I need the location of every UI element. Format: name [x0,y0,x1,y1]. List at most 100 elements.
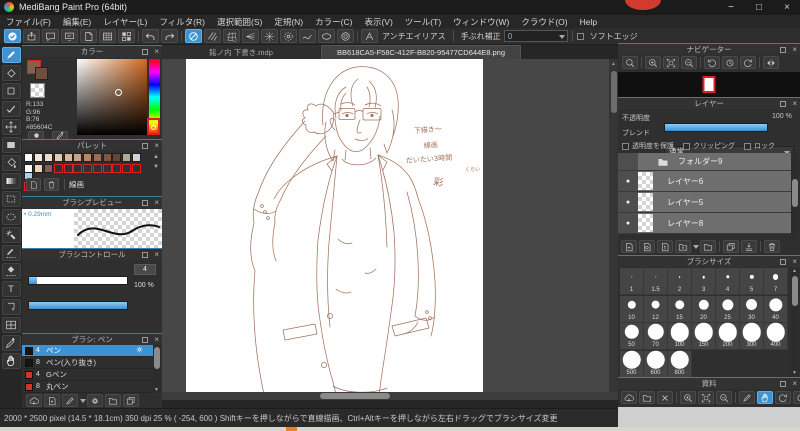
zoom-button[interactable] [622,56,638,69]
background-color-swatch[interactable] [35,67,48,80]
zoom-out-button[interactable] [681,56,697,69]
palette-swatch[interactable] [131,153,141,162]
palette-swatch[interactable] [122,153,132,162]
brush-size-cell[interactable]: 1 [620,268,644,295]
menu-item-0[interactable]: ファイル(F) [0,16,57,28]
close-icon[interactable]: × [792,378,797,389]
new-doc-button[interactable] [44,394,60,407]
palette-swatch[interactable] [53,153,63,162]
brush-size-slider[interactable] [28,276,128,285]
new-color-button[interactable] [26,178,41,191]
transparent-color-swatch[interactable] [30,83,45,98]
canvas-tab[interactable]: 銘ノ内 下書き.mdp [162,45,320,59]
popout-icon[interactable] [142,336,148,343]
dot-tool[interactable] [1,83,21,99]
menu-item-10[interactable]: クラウド(O) [515,16,573,28]
brush-item[interactable]: 8 ペン(入り抜き) [22,357,154,369]
snap-concentric-button[interactable] [280,29,297,43]
menu-item-8[interactable]: ツール(T) [399,16,447,28]
brush-size-cell[interactable]: 500 [620,350,644,377]
palette-swatch[interactable] [83,153,93,162]
palette-swatch[interactable] [24,164,34,173]
folder-button[interactable] [639,391,655,404]
scroll-down-icon[interactable]: ▼ [154,387,159,393]
popout-icon[interactable] [780,258,786,265]
close-icon[interactable]: × [154,140,159,151]
pencil-button[interactable] [62,394,78,407]
select-eraser-tool[interactable] [1,263,21,279]
rotate-right-button[interactable] [740,56,756,69]
popout-icon[interactable] [780,380,786,387]
close-button[interactable]: × [774,0,800,15]
palette-empty-slot[interactable] [83,164,93,173]
layer-opacity-slider[interactable] [664,123,768,132]
palette-empty-slot[interactable] [63,164,73,173]
visibility-dot[interactable]: ● [618,213,638,233]
duplicate-button[interactable] [123,394,139,407]
reset-rotation-button[interactable] [793,391,800,404]
layer-option-checkbox[interactable] [622,142,629,150]
palette-swatch[interactable] [34,164,44,173]
select-tool[interactable] [1,191,21,207]
close-icon[interactable]: × [792,98,797,109]
palette-swatch[interactable] [112,153,122,162]
menu-item-3[interactable]: フィルタ(R) [153,16,211,28]
snap-curve-button[interactable] [299,29,316,43]
popout-icon[interactable] [142,142,148,149]
cloud-button[interactable] [621,391,637,404]
chevron-down-icon[interactable] [80,398,86,403]
brush-size-cell[interactable]: 50 [620,323,644,350]
zoom-out-button[interactable] [716,391,732,404]
menu-item-7[interactable]: 表示(V) [358,16,398,28]
antialias-button[interactable] [361,29,378,43]
duplicate-button[interactable] [723,240,739,253]
close-icon[interactable]: × [792,44,797,55]
menu-item-5[interactable]: 定規(N) [268,16,309,28]
layer-row[interactable]: ● レイヤー8 [618,213,792,234]
palette-swatch[interactable] [102,153,112,162]
canvas-horizontal-scrollbar[interactable] [162,392,618,400]
menu-item-9[interactable]: ウィンドウ(W) [447,16,515,28]
pencil-button[interactable] [739,391,755,404]
palette-empty-slot[interactable] [73,164,83,173]
layer-list-scrollbar[interactable] [791,153,799,239]
brush-size-cell[interactable]: 30 [740,295,764,323]
table-button[interactable] [99,29,116,43]
check-circle-button[interactable] [4,29,21,43]
palette-empty-slot[interactable] [92,164,102,173]
menu-item-2[interactable]: レイヤー(L) [97,16,153,28]
brush-item[interactable]: 8 丸ペン [22,381,154,393]
brush-size-cell[interactable]: 600 [644,350,668,377]
palette-swatch[interactable] [63,153,73,162]
chevron-down-icon[interactable] [693,244,699,249]
palette-swatch[interactable] [73,153,83,162]
comment-button[interactable] [42,29,59,43]
brush-item[interactable]: 4 Gペン [22,369,154,381]
palette-empty-slot[interactable] [53,164,63,173]
fill-tool[interactable] [1,137,21,153]
folder-button[interactable] [700,240,716,253]
brush-size-cell[interactable]: 70 [644,323,668,350]
zoom-in-button[interactable] [645,56,661,69]
menu-item-1[interactable]: 編集(E) [57,16,97,28]
palette-swatch[interactable] [43,153,53,162]
close-icon[interactable]: × [154,334,159,345]
rotate-left-button[interactable] [704,56,720,69]
drawing-canvas[interactable]: 下描き〜 線画 だいたい3時間 くらい 彩 [186,59,483,400]
operation-tool[interactable] [1,299,21,315]
hue-bar[interactable] [147,59,160,135]
snap-cross-button[interactable] [223,29,240,43]
folder-button[interactable] [105,394,121,407]
brush-size-cell[interactable]: 4 [716,268,740,295]
brush-size-cell[interactable]: 100 [668,322,692,350]
select-pen-tool[interactable] [1,245,21,261]
brush-size-cell[interactable]: 5 [740,268,764,295]
brush-size-cell[interactable]: 1.5 [644,268,668,295]
layer-folder-row[interactable]: フォルダー9 [618,153,792,171]
new-layer-1bit-button[interactable] [657,240,673,253]
reset-rotation-button[interactable] [722,56,738,69]
flip-horizontal-button[interactable] [763,56,779,69]
popout-icon[interactable] [780,100,786,107]
hand-tool[interactable] [1,353,21,369]
brush-size-cell[interactable]: 2 [668,268,692,295]
